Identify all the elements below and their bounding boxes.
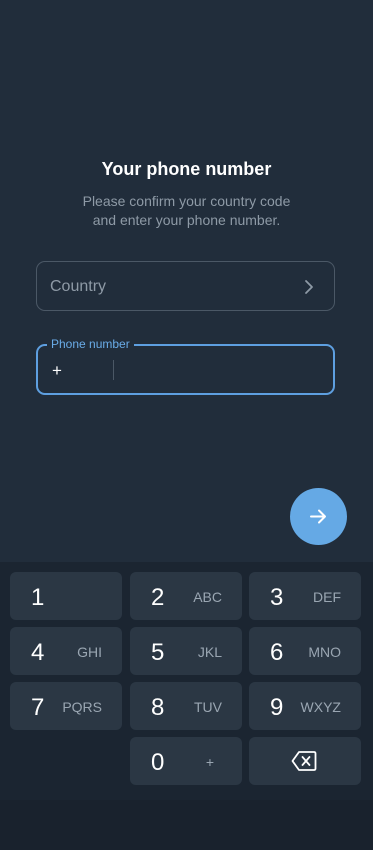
key-letters: DEF xyxy=(313,589,341,605)
key-8[interactable]: 8 TUV xyxy=(130,682,242,730)
key-digit: 9 xyxy=(270,694,284,721)
key-letters: PQRS xyxy=(62,699,102,715)
page-title: Your phone number xyxy=(101,159,272,179)
key-digit: 1 xyxy=(31,584,45,611)
key-letters: ABC xyxy=(193,589,222,605)
key-0[interactable]: 0 + xyxy=(130,737,242,785)
next-button[interactable] xyxy=(290,488,347,545)
key-2[interactable]: 2 ABC xyxy=(130,572,242,620)
key-1[interactable]: 1 xyxy=(10,572,122,620)
key-digit: 3 xyxy=(270,584,284,611)
country-code-input[interactable]: + xyxy=(52,361,62,381)
key-7[interactable]: 7 PQRS xyxy=(10,682,122,730)
phone-login-screen: Your phone number Please confirm your co… xyxy=(0,0,373,850)
key-digit: 0 xyxy=(151,749,165,776)
backspace-key[interactable] xyxy=(249,737,361,785)
key-letters: GHI xyxy=(77,644,102,660)
backspace-icon xyxy=(291,751,317,771)
key-letters: MNO xyxy=(308,644,341,660)
subtitle-line-2: and enter your phone number. xyxy=(92,212,281,228)
page-subtitle: Please confirm your country code and ent… xyxy=(0,192,373,230)
key-letters: WXYZ xyxy=(300,699,341,715)
key-digit: 5 xyxy=(151,639,165,666)
key-4[interactable]: 4 GHI xyxy=(10,627,122,675)
phone-number-field[interactable]: Phone number + xyxy=(36,337,335,395)
key-3[interactable]: 3 DEF xyxy=(249,572,361,620)
key-digit: 4 xyxy=(31,639,45,666)
key-letters: + xyxy=(205,754,214,770)
navigation-bar xyxy=(0,800,373,850)
arrow-right-icon xyxy=(310,509,326,524)
key-5[interactable]: 5 JKL xyxy=(130,627,242,675)
country-selector[interactable]: Country xyxy=(36,261,335,311)
key-6[interactable]: 6 MNO xyxy=(249,627,361,675)
key-digit: 8 xyxy=(151,694,165,721)
key-9[interactable]: 9 WXYZ xyxy=(249,682,361,730)
key-digit: 6 xyxy=(270,639,284,666)
country-placeholder: Country xyxy=(50,278,107,295)
subtitle-line-1: Please confirm your country code xyxy=(82,193,291,209)
key-digit: 7 xyxy=(31,694,45,721)
key-digit: 2 xyxy=(151,584,165,611)
field-divider xyxy=(113,360,114,380)
phone-number-label: Phone number xyxy=(47,337,134,351)
key-letters: TUV xyxy=(194,699,222,715)
chevron-right-icon xyxy=(302,279,316,295)
key-letters: JKL xyxy=(197,644,222,660)
